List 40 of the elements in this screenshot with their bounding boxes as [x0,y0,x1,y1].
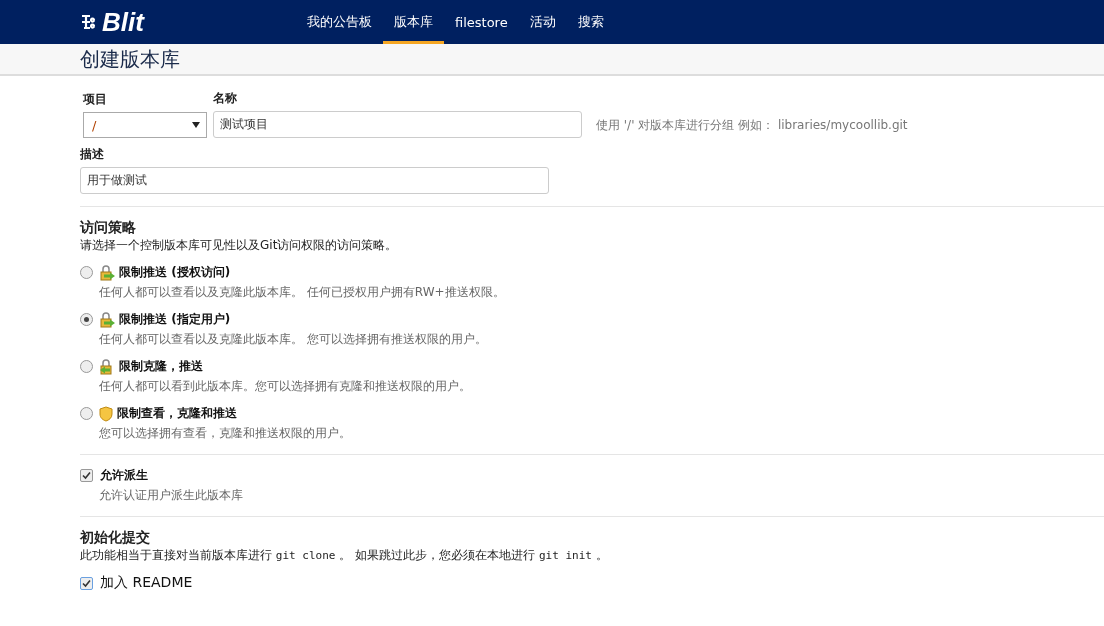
field-label: 名称 [213,90,238,107]
project-select[interactable]: / [83,112,207,138]
caret-icon [192,122,200,128]
option-title: 允许派生 [100,467,148,484]
name-field[interactable]: 测试项目 [213,111,582,138]
nav-tab[interactable]: 活动 [518,0,567,44]
option-description: 任何人都可以查看以及克隆此版本库。 您可以选择拥有推送权限的用户。 [99,331,488,348]
option-title: 加入 README [100,574,193,592]
page-title: 创建版本库 [80,45,180,73]
radio-button[interactable] [80,266,93,279]
option-title: 限制查看，克隆和推送 [117,405,237,422]
check-icon [82,578,91,588]
lock-icon [98,264,116,281]
shield-icon [98,405,114,422]
section-description: 此功能相当于直接对当前版本库进行 git clone 。 如果跳过此步，您必须在本地进行 git init 。 [80,547,609,564]
logo-text: Blit [102,6,144,38]
option-title: 限制克隆，推送 [119,358,203,375]
option-description: 允许认证用户派生此版本库 [99,487,244,504]
option-title: 限制推送 (授权访问) [119,264,231,281]
help-text: 使用 '/' 对版本库进行分组 例如： libraries/mycoollib.git [596,117,908,134]
option-description: 任何人都可以看到此版本库。您可以选择拥有克隆和推送权限的用户。 [99,378,472,395]
nav-tab[interactable]: filestore [444,0,519,44]
radio-button[interactable] [80,313,93,326]
lock-icon [98,311,116,328]
field-label: 描述 [80,146,105,163]
checkbox[interactable] [80,469,93,482]
option-description: 任何人都可以查看以及克隆此版本库。 任何已授权用户拥有RW+推送权限。 [99,284,506,301]
option-description: 您可以选择拥有查看，克隆和推送权限的用户。 [99,425,352,442]
description-field[interactable]: 用于做测试 [80,167,549,194]
nav-tab[interactable]: 我的公告板 [296,0,383,44]
checkbox[interactable] [80,576,93,590]
option-title: 限制推送 (指定用户) [119,311,231,328]
section-description: 请选择一个控制版本库可见性以及Git访问权限的访问策略。 [80,237,399,254]
radio-button[interactable] [80,360,93,373]
section-title: 访问策略 [80,219,137,237]
check-icon [82,471,91,480]
section-title: 初始化提交 [80,529,151,547]
nav-tab[interactable]: 搜索 [566,0,615,44]
field-label: 项目 [83,91,108,108]
radio-button[interactable] [80,407,93,420]
